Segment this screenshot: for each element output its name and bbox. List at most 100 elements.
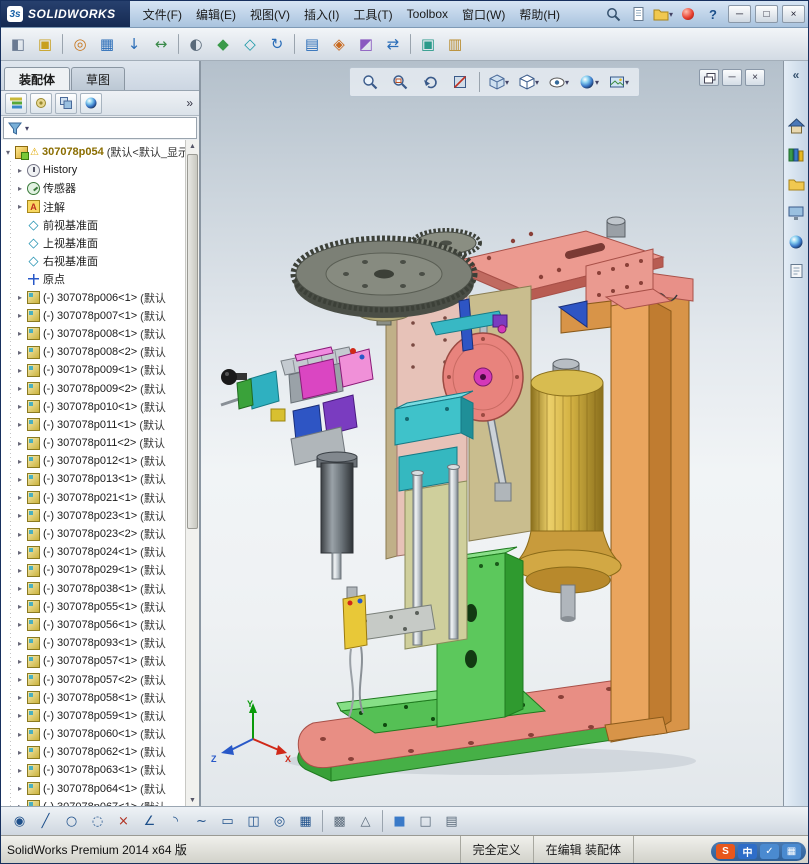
tree-component-item[interactable]: ▸ (-) 307078p021<1> (默认 — [3, 489, 185, 507]
help-icon[interactable]: ? — [702, 4, 724, 24]
line-icon[interactable]: ╱ — [33, 809, 58, 833]
menu-item[interactable]: 工具(T) — [346, 3, 399, 26]
tree-component-item[interactable]: ▸ (-) 307078p024<1> (默认 — [3, 543, 185, 561]
expander-icon[interactable]: ▸ — [15, 693, 25, 702]
scroll-down-icon[interactable]: ▼ — [189, 794, 196, 806]
expander-icon[interactable]: ▸ — [15, 711, 25, 720]
expander-icon[interactable]: ▾ — [3, 148, 13, 157]
menu-item[interactable]: 窗口(W) — [455, 3, 512, 26]
expander-icon[interactable]: ▸ — [15, 475, 25, 484]
menu-item[interactable]: 视图(V) — [243, 3, 297, 26]
restore-window-icon[interactable] — [699, 69, 719, 86]
motor[interactable] — [514, 358, 623, 622]
air-cylinder[interactable] — [316, 451, 358, 580]
panel-tab[interactable]: 草图 — [71, 67, 126, 90]
configurationmanager-icon[interactable] — [55, 92, 77, 114]
expander-icon[interactable]: ▸ — [15, 657, 25, 666]
expander-icon[interactable]: ▸ — [15, 293, 25, 302]
tree-component-item[interactable]: ▸ (-) 307078p093<1> (默认 — [3, 634, 185, 652]
smart-fasteners-icon[interactable]: ↓ — [121, 31, 147, 57]
section-view-icon[interactable] — [446, 70, 474, 94]
toolbox-library-icon[interactable]: ▥ — [442, 31, 468, 57]
toolbar-button[interactable] — [178, 34, 179, 54]
point-icon[interactable]: ◉ — [7, 809, 32, 833]
expander-icon[interactable]: ▸ — [15, 766, 25, 775]
tree-item[interactable]: ▸ 注解 — [3, 198, 185, 216]
move-component-icon[interactable]: ↔ — [148, 31, 174, 57]
tree-root-item[interactable]: ▾ ⚠ 307078p054 (默认<默认_显示状态 — [3, 143, 185, 161]
expander-icon[interactable]: ▸ — [15, 420, 25, 429]
menu-item[interactable]: 编辑(E) — [189, 3, 243, 26]
minimize-button[interactable]: ─ — [728, 5, 751, 23]
tree-component-item[interactable]: ▸ (-) 307078p010<1> (默认 — [3, 398, 185, 416]
expander-icon[interactable]: ▸ — [15, 802, 25, 806]
zoom-area-icon[interactable] — [386, 70, 414, 94]
tree-component-item[interactable]: ▸ (-) 307078p064<1> (默认 — [3, 780, 185, 798]
panel-overflow-chevron[interactable]: » — [186, 96, 195, 110]
maximize-button[interactable]: □ — [755, 5, 778, 23]
graphics-viewport[interactable]: Y X Z ▾ ▾ ▾ ▾ ▾ ─ × — [201, 61, 783, 806]
simulation-icon[interactable]: ▣ — [415, 31, 441, 57]
valve-block[interactable] — [342, 594, 368, 650]
left-mechanism-cluster[interactable] — [220, 346, 374, 466]
ime-icon[interactable]: ✓ — [760, 844, 779, 859]
close-window-icon[interactable]: × — [745, 69, 765, 86]
menu-item[interactable]: 文件(F) — [136, 3, 189, 26]
appearances-icon[interactable] — [787, 233, 805, 251]
exploded-view-icon[interactable]: ◈ — [326, 31, 352, 57]
user-status-red-icon[interactable] — [677, 4, 699, 24]
tree-component-item[interactable]: ▸ (-) 307078p062<1> (默认 — [3, 743, 185, 761]
quick-snaps-icon[interactable]: △ — [353, 809, 378, 833]
expander-icon[interactable]: ▸ — [15, 493, 25, 502]
toolbar-button[interactable] — [410, 34, 411, 54]
expander-icon[interactable]: ▸ — [15, 620, 25, 629]
task-pane-collapse-icon[interactable]: « — [787, 66, 805, 84]
propertymanager-icon[interactable] — [30, 92, 52, 114]
view-list-icon[interactable]: ▤ — [439, 809, 464, 833]
tree-component-item[interactable]: ▸ (-) 307078p063<1> (默认 — [3, 761, 185, 779]
tree-component-item[interactable]: ▸ (-) 307078p009<1> (默认 — [3, 361, 185, 379]
search-icon[interactable] — [602, 4, 624, 24]
expander-icon[interactable]: ▸ — [15, 639, 25, 648]
previous-view-icon[interactable] — [416, 70, 444, 94]
tree-component-item[interactable]: ▸ (-) 307078p055<1> (默认 — [3, 598, 185, 616]
spline-icon[interactable]: ~ — [189, 809, 214, 833]
tree-item[interactable]: 前视基准面 — [3, 216, 185, 234]
expander-icon[interactable]: ▸ — [15, 166, 25, 175]
tree-component-item[interactable]: ▸ (-) 307078p023<2> (默认 — [3, 525, 185, 543]
tree-item[interactable]: 右视基准面 — [3, 252, 185, 270]
tree-item[interactable]: 上视基准面 — [3, 234, 185, 252]
linear-component-pattern-icon[interactable]: ▦ — [94, 31, 120, 57]
expander-icon[interactable]: ▸ — [15, 548, 25, 557]
hand-knob[interactable] — [221, 369, 237, 385]
minimize-window-icon[interactable]: ─ — [722, 69, 742, 86]
front-column[interactable] — [604, 288, 673, 743]
custom-properties-icon[interactable] — [787, 262, 805, 280]
expander-icon[interactable]: ▸ — [15, 402, 25, 411]
toolbar-button[interactable] — [62, 34, 63, 54]
menu-item[interactable]: Toolbox — [400, 4, 455, 24]
sketch-tool-button[interactable] — [382, 810, 383, 832]
offset-entities-icon[interactable]: ◎ — [267, 809, 292, 833]
tree-component-item[interactable]: ▸ (-) 307078p008<2> (默认 — [3, 343, 185, 361]
hide-show-items-icon[interactable]: ▾ — [545, 70, 573, 94]
gear-disc[interactable] — [290, 235, 478, 318]
menu-item[interactable]: 帮助(H) — [512, 3, 567, 26]
file-explorer-icon[interactable] — [787, 175, 805, 193]
design-library-icon[interactable] — [787, 146, 805, 164]
tree-component-item[interactable]: ▸ (-) 307078p023<1> (默认 — [3, 507, 185, 525]
shaded-view-icon[interactable]: ■ — [387, 809, 412, 833]
mate-icon[interactable]: ◎ — [67, 31, 93, 57]
reference-geometry-icon[interactable]: ◇ — [237, 31, 263, 57]
tree-component-item[interactable]: ▸ (-) 307078p058<1> (默认 — [3, 689, 185, 707]
tree-item[interactable]: 原点 — [3, 270, 185, 288]
tree-scrollbar[interactable]: ▲ ▼ — [185, 140, 199, 806]
scroll-thumb[interactable] — [187, 154, 198, 529]
close-button[interactable]: × — [782, 5, 805, 23]
tree-component-item[interactable]: ▸ (-) 307078p011<2> (默认 — [3, 434, 185, 452]
show-hidden-components-icon[interactable]: ◐ — [183, 31, 209, 57]
expander-icon[interactable]: ▸ — [15, 602, 25, 611]
tree-filter-bar[interactable]: ▾ — [3, 117, 197, 139]
tree-component-item[interactable]: ▸ (-) 307078p009<2> (默认 — [3, 379, 185, 397]
tree-item[interactable]: ▸ History — [3, 161, 185, 179]
